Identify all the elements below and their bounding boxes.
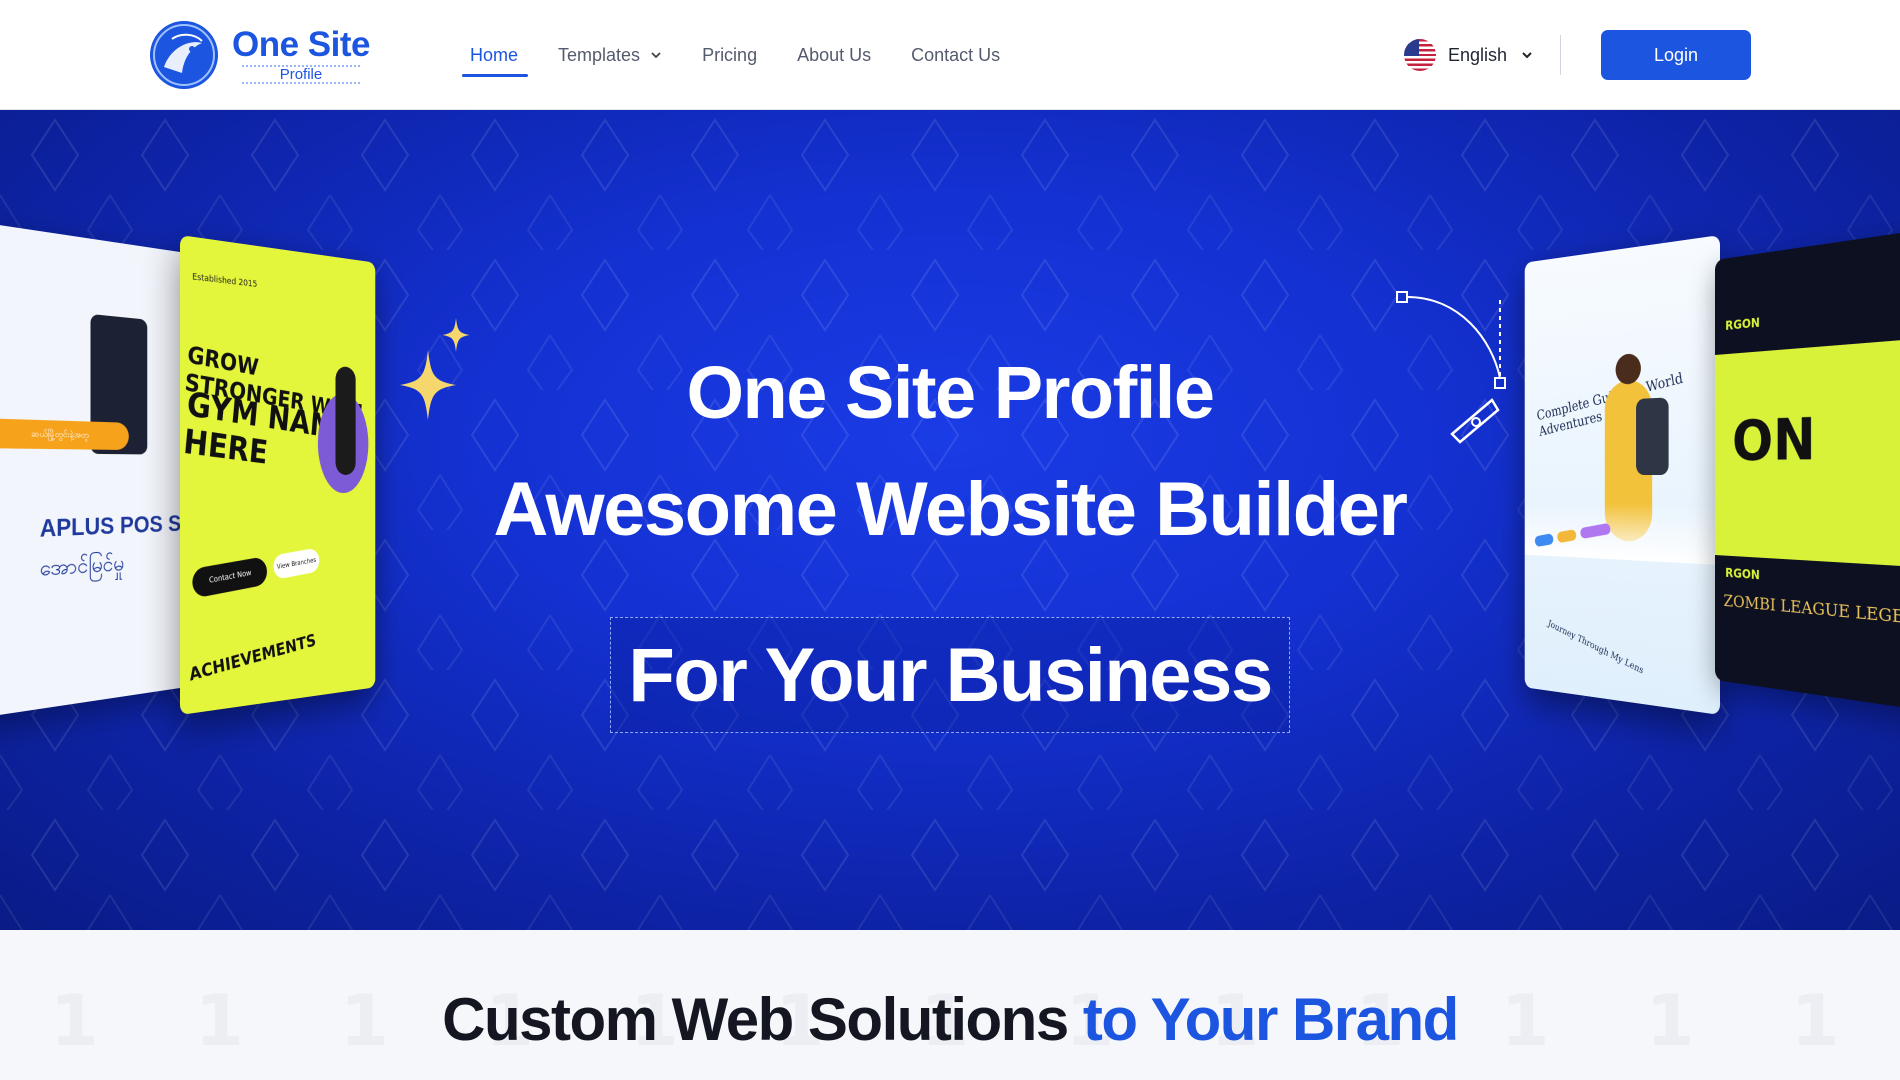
gaming-logos: ZOMBI LEAGUE LEGENDS <box>1723 590 1900 632</box>
nav-contact-label: Contact Us <box>911 44 1001 65</box>
site-header: One Site Profile Home Templates Pricing … <box>0 0 1900 110</box>
header-divider <box>1560 35 1561 75</box>
sparkle-small-icon <box>442 318 470 352</box>
language-selector[interactable]: English <box>1404 36 1533 74</box>
logo-title: One Site <box>232 24 370 64</box>
hero-title-line-2: Awesome Website Builder <box>493 467 1408 552</box>
nav-templates[interactable]: Templates <box>558 0 662 110</box>
custom-solutions-section: 1 1 1 1 1 1 1 1 1 1 1 1 1 1 1 1 1 1 1 1 … <box>0 930 1900 1080</box>
nav-pricing-label: Pricing <box>702 44 758 65</box>
logo-wordmark: One Site Profile <box>232 24 370 84</box>
us-flag-icon <box>1404 39 1436 71</box>
nav-pricing[interactable]: Pricing <box>702 0 757 110</box>
chevron-down-icon <box>1522 52 1532 59</box>
gaming-label-top: RGON <box>1725 315 1760 334</box>
nav-about-label: About Us <box>797 44 872 65</box>
hero-title-line-3: For Your Business <box>628 632 1273 718</box>
logo-subtitle: Profile <box>241 64 361 84</box>
chevron-down-icon <box>651 52 661 59</box>
nav-about-us[interactable]: About Us <box>797 0 871 110</box>
site-logo[interactable]: One Site Profile <box>148 18 388 92</box>
language-label: English <box>1448 44 1508 65</box>
pos-brand-line2: အောင်မြင်မှု <box>39 552 125 582</box>
gym-established: Established 2015 <box>192 272 258 290</box>
main-nav: Home Templates Pricing About Us Contact … <box>461 0 1040 110</box>
login-button[interactable]: Login <box>1601 30 1751 80</box>
nav-home-label: Home <box>470 44 519 65</box>
nav-contact-us[interactable]: Contact Us <box>911 0 1000 110</box>
gaming-label-mid: RGON <box>1725 565 1760 583</box>
nav-templates-label: Templates <box>558 44 641 65</box>
section-title-part-2: to Your Brand <box>1082 986 1459 1053</box>
travel-footer-text: Journey Through My Lens <box>1546 618 1645 677</box>
hero-title-line-1: One Site Profile <box>686 351 1215 434</box>
section-title-part-1: Custom Web Solutions <box>442 986 1083 1053</box>
section-title: Custom Web Solutions to Your Brand <box>0 985 1900 1054</box>
hero-highlight-box: For Your Business <box>610 617 1290 733</box>
gym-contact-button: Contact Now <box>191 556 269 599</box>
globe-logo-icon <box>150 21 218 89</box>
hero-banner: ဆယ်မြို့တွင်းနဲ့အတူ APLUS POS S အောင်မြင… <box>0 110 1900 930</box>
nav-home[interactable]: Home <box>461 0 529 110</box>
gym-achievements-heading: ACHIEVEMENTS <box>188 630 317 686</box>
